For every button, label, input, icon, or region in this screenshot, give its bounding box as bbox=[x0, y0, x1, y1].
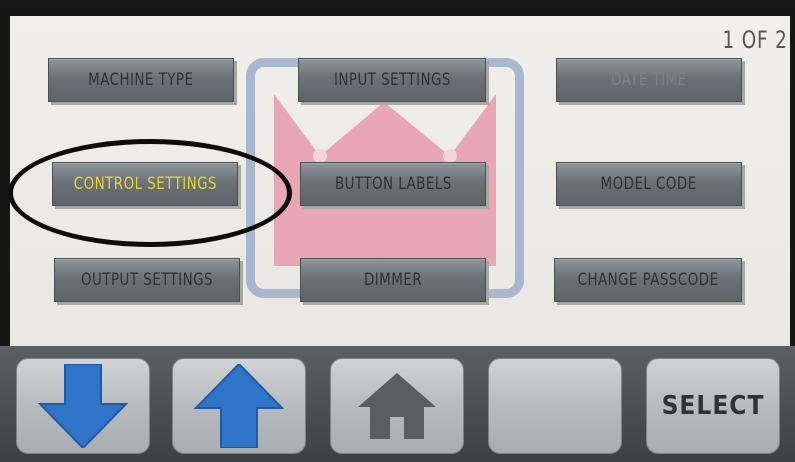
page-indicator: 1 OF 2 bbox=[722, 26, 788, 54]
touchscreen: 1 OF 2 MACHINE TYPE INPUT SETTINGS DATE … bbox=[0, 6, 795, 462]
input-settings-label: INPUT SETTINGS bbox=[333, 70, 451, 90]
select-label: SELECT bbox=[661, 391, 765, 421]
arrow-down-icon bbox=[38, 364, 128, 448]
date-time-label: DATE TIME bbox=[611, 70, 687, 90]
bottom-toolbar: SELECT bbox=[0, 346, 795, 462]
machine-type-button[interactable]: MACHINE TYPE bbox=[48, 58, 234, 102]
output-settings-label: OUTPUT SETTINGS bbox=[81, 270, 213, 290]
arrow-up-icon bbox=[194, 364, 284, 448]
model-code-label: MODEL CODE bbox=[600, 174, 698, 194]
change-passcode-label: CHANGE PASSCODE bbox=[577, 270, 719, 290]
scroll-down-button[interactable] bbox=[16, 358, 150, 454]
button-labels-button[interactable]: BUTTON LABELS bbox=[300, 162, 486, 206]
dimmer-label: DIMMER bbox=[363, 270, 423, 290]
control-settings-label: CONTROL SETTINGS bbox=[73, 174, 217, 194]
blank-toolbar-button[interactable] bbox=[488, 358, 622, 454]
home-button[interactable] bbox=[330, 358, 464, 454]
control-settings-button[interactable]: CONTROL SETTINGS bbox=[52, 162, 238, 206]
select-button[interactable]: SELECT bbox=[646, 358, 780, 454]
dimmer-button[interactable]: DIMMER bbox=[300, 258, 486, 302]
home-icon bbox=[358, 373, 436, 439]
change-passcode-button[interactable]: CHANGE PASSCODE bbox=[554, 258, 742, 302]
scroll-up-button[interactable] bbox=[172, 358, 306, 454]
input-settings-button[interactable]: INPUT SETTINGS bbox=[298, 58, 486, 102]
machine-type-label: MACHINE TYPE bbox=[88, 70, 194, 90]
date-time-button[interactable]: DATE TIME bbox=[556, 58, 742, 102]
button-labels-label: BUTTON LABELS bbox=[334, 174, 452, 194]
model-code-button[interactable]: MODEL CODE bbox=[556, 162, 742, 206]
output-settings-button[interactable]: OUTPUT SETTINGS bbox=[54, 258, 240, 302]
